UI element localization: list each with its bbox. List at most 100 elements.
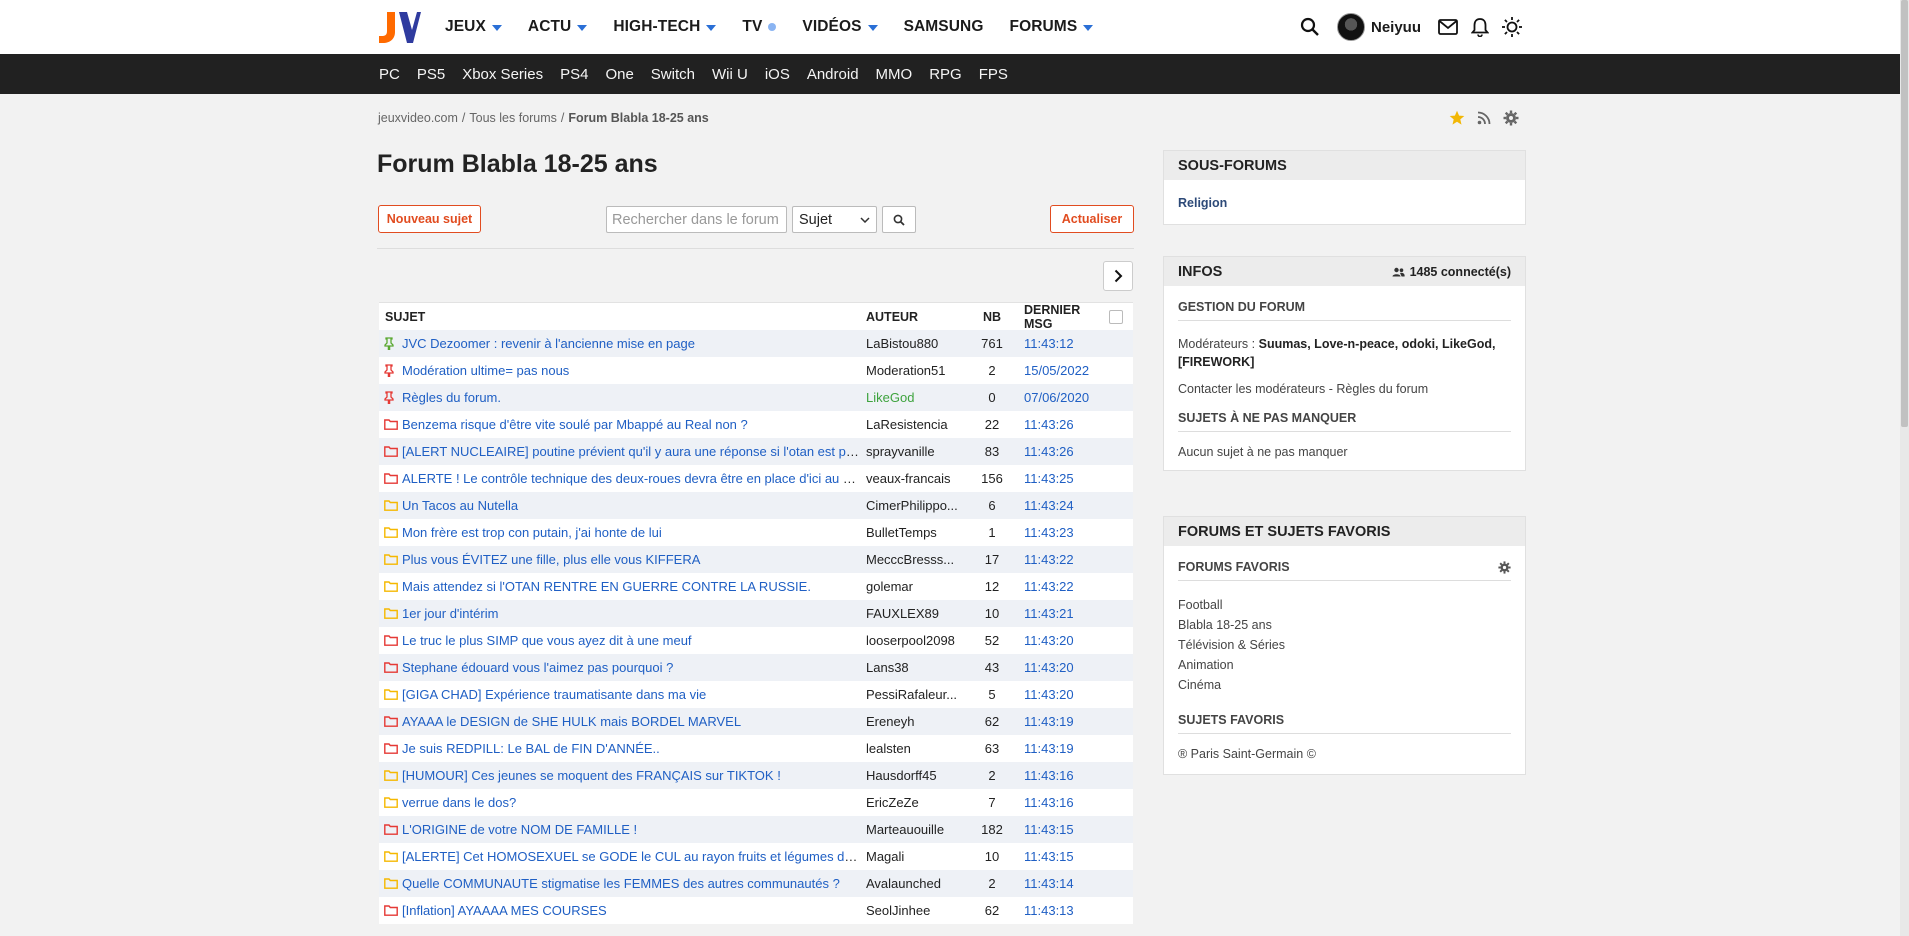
topic-link[interactable]: 1er jour d'intérim — [402, 606, 498, 621]
topic-last-message[interactable]: 11:43:15 — [1012, 849, 1112, 864]
topic-author[interactable]: FAUXLEX89 — [860, 606, 972, 621]
topic-link[interactable]: Benzema risque d'être vite soulé par Mba… — [402, 417, 748, 432]
table-row[interactable]: Stephane édouard vous l'aimez pas pourqu… — [379, 654, 1133, 681]
new-topic-button[interactable]: Nouveau sujet — [378, 205, 481, 233]
favorite-topic-link[interactable]: ® Paris Saint-Germain © — [1178, 744, 1511, 764]
topic-last-message[interactable]: 11:43:16 — [1012, 795, 1112, 810]
table-row[interactable]: verrue dans le dos? EricZeZe 7 11:43:16 — [379, 789, 1133, 816]
favorite-forum-link[interactable]: Cinéma — [1178, 675, 1511, 695]
mail-icon[interactable] — [1435, 14, 1461, 40]
table-row[interactable]: Le truc le plus SIMP que vous ayez dit à… — [379, 627, 1133, 654]
jv-logo-icon[interactable] — [377, 10, 421, 44]
platform-link-switch[interactable]: Switch — [651, 66, 695, 83]
rss-icon[interactable] — [1477, 111, 1491, 125]
topic-author[interactable]: golemar — [860, 579, 972, 594]
platform-link-mmo[interactable]: MMO — [876, 66, 913, 83]
table-row[interactable]: Je suis REDPILL: Le BAL de FIN D'ANNÉE..… — [379, 735, 1133, 762]
favorite-forum-link[interactable]: Animation — [1178, 655, 1511, 675]
topic-link[interactable]: Règles du forum. — [402, 390, 501, 405]
table-row[interactable]: [Inflation] AYAAAA MES COURSES SeolJinhee… — [379, 897, 1133, 924]
table-row[interactable]: Mais attendez si l'OTAN RENTRE EN GUERRE… — [379, 573, 1133, 600]
table-row[interactable]: Benzema risque d'être vite soulé par Mba… — [379, 411, 1133, 438]
platform-link-fps[interactable]: FPS — [979, 66, 1008, 83]
topic-author[interactable]: BulletTemps — [860, 525, 972, 540]
favorite-forum-link[interactable]: Football — [1178, 595, 1511, 615]
table-row[interactable]: [ALERTE] Cet HOMOSEXUEL se GODE le CUL a… — [379, 843, 1133, 870]
topic-link[interactable]: Mon frère est trop con putain, j'ai hont… — [402, 525, 662, 540]
topic-author[interactable]: SeolJinhee — [860, 903, 972, 918]
search-icon[interactable] — [1297, 14, 1323, 40]
nav-item-forums[interactable]: FORUMS — [1010, 18, 1094, 36]
topic-last-message[interactable]: 15/05/2022 — [1012, 363, 1112, 378]
nav-item-jeux[interactable]: JEUX — [445, 18, 502, 36]
topic-link[interactable]: [ALERT NUCLEAIRE] poutine prévient qu'il… — [402, 444, 860, 459]
topic-last-message[interactable]: 11:43:22 — [1012, 579, 1112, 594]
next-page-button[interactable] — [1103, 261, 1133, 291]
search-scope-select[interactable]: Sujet — [792, 206, 877, 233]
subforum-link-religion[interactable]: Religion — [1178, 196, 1227, 210]
contact-moderators-link[interactable]: Contacter les modérateurs - Règles du fo… — [1178, 379, 1511, 399]
page-scrollbar[interactable] — [1900, 0, 1909, 936]
search-button[interactable] — [882, 206, 916, 233]
nav-item-samsung[interactable]: SAMSUNG — [904, 18, 984, 36]
nav-item-tv[interactable]: TV — [742, 18, 777, 36]
topic-last-message[interactable]: 11:43:21 — [1012, 606, 1112, 621]
table-row[interactable]: Plus vous ÉVITEZ une fille, plus elle vo… — [379, 546, 1133, 573]
topic-link[interactable]: [HUMOUR] Ces jeunes se moquent des FRANÇ… — [402, 768, 781, 783]
forum-search-input[interactable] — [606, 206, 787, 233]
topic-link[interactable]: Stephane édouard vous l'aimez pas pourqu… — [402, 660, 673, 675]
topic-author[interactable]: Magali — [860, 849, 972, 864]
table-row[interactable]: 1er jour d'intérim FAUXLEX89 10 11:43:21 — [379, 600, 1133, 627]
platform-link-xbox-series[interactable]: Xbox Series — [462, 66, 543, 83]
table-row[interactable]: [ALERT NUCLEAIRE] poutine prévient qu'il… — [379, 438, 1133, 465]
topic-last-message[interactable]: 11:43:25 — [1012, 471, 1112, 486]
table-row[interactable]: Mon frère est trop con putain, j'ai hont… — [379, 519, 1133, 546]
topic-author[interactable]: Marteauouille — [860, 822, 972, 837]
breadcrumb-forums[interactable]: Tous les forums — [469, 111, 557, 125]
topic-author[interactable]: Ereneyh — [860, 714, 972, 729]
platform-link-rpg[interactable]: RPG — [929, 66, 962, 83]
topic-last-message[interactable]: 11:43:20 — [1012, 633, 1112, 648]
topic-last-message[interactable]: 11:43:19 — [1012, 741, 1112, 756]
favorite-forum-link[interactable]: Blabla 18-25 ans — [1178, 615, 1511, 635]
topic-author[interactable]: LaResistencia — [860, 417, 972, 432]
topic-last-message[interactable]: 11:43:26 — [1012, 444, 1112, 459]
topic-link[interactable]: Mais attendez si l'OTAN RENTRE EN GUERRE… — [402, 579, 811, 594]
table-row[interactable]: L'ORIGINE de votre NOM DE FAMILLE ! Marte… — [379, 816, 1133, 843]
topic-link[interactable]: verrue dans le dos? — [402, 795, 516, 810]
platform-link-ps4[interactable]: PS4 — [560, 66, 588, 83]
topic-last-message[interactable]: 11:43:13 — [1012, 903, 1112, 918]
topic-last-message[interactable]: 11:43:12 — [1012, 336, 1112, 351]
topic-link[interactable]: L'ORIGINE de votre NOM DE FAMILLE ! — [402, 822, 637, 837]
nav-item-vid-os[interactable]: VIDÉOS — [802, 18, 878, 36]
table-row[interactable]: ALERTE ! Le contrôle technique des deux-… — [379, 465, 1133, 492]
platform-link-one[interactable]: One — [605, 66, 633, 83]
topic-author[interactable]: Hausdorff45 — [860, 768, 972, 783]
table-row[interactable]: [HUMOUR] Ces jeunes se moquent des FRANÇ… — [379, 762, 1133, 789]
topic-last-message[interactable]: 11:43:20 — [1012, 660, 1112, 675]
table-row[interactable]: JVC Dezoomer : revenir à l'ancienne mise… — [379, 330, 1133, 357]
table-row[interactable]: Un Tacos au Nutella CimerPhilippo... 6 11:4… — [379, 492, 1133, 519]
platform-link-ps5[interactable]: PS5 — [417, 66, 445, 83]
nav-item-actu[interactable]: ACTU — [528, 18, 588, 36]
topic-link[interactable]: [GIGA CHAD] Expérience traumatisante dan… — [402, 687, 706, 702]
breadcrumb-home[interactable]: jeuxvideo.com — [378, 111, 458, 125]
select-all-checkbox[interactable] — [1109, 309, 1123, 324]
topic-link[interactable]: Le truc le plus SIMP que vous ayez dit à… — [402, 633, 692, 648]
topic-link[interactable]: [Inflation] AYAAAA MES COURSES — [402, 903, 607, 918]
topic-author[interactable]: Moderation51 — [860, 363, 972, 378]
topic-author[interactable]: CimerPhilippo... — [860, 498, 972, 513]
topic-author[interactable]: LikeGod — [860, 390, 972, 405]
topic-link[interactable]: [ALERTE] Cet HOMOSEXUEL se GODE le CUL a… — [402, 849, 860, 864]
table-row[interactable]: Modération ultime= pas nous Moderation51 2… — [379, 357, 1133, 384]
table-row[interactable]: [GIGA CHAD] Expérience traumatisante dan… — [379, 681, 1133, 708]
gear-icon[interactable] — [1498, 560, 1511, 574]
topic-last-message[interactable]: 11:43:20 — [1012, 687, 1112, 702]
gear-icon[interactable] — [1503, 110, 1519, 126]
username[interactable]: Neiyuu — [1371, 19, 1421, 36]
topic-author[interactable]: sprayvanille — [860, 444, 972, 459]
topic-last-message[interactable]: 11:43:19 — [1012, 714, 1112, 729]
topic-last-message[interactable]: 07/06/2020 — [1012, 390, 1112, 405]
bell-icon[interactable] — [1467, 14, 1493, 40]
star-icon[interactable] — [1449, 110, 1465, 126]
